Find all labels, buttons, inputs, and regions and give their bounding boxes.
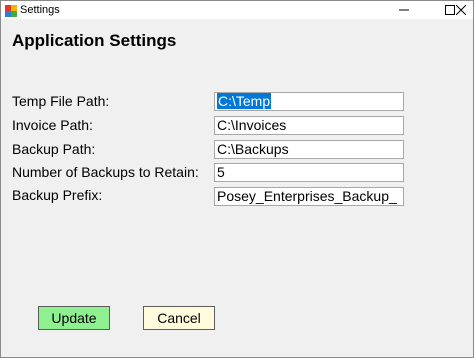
temp-file-path-input[interactable]: C:\Temp	[214, 92, 404, 111]
backup-path-label: Backup Path:	[12, 141, 96, 157]
backups-to-retain-label: Number of Backups to Retain:	[12, 164, 199, 180]
backup-prefix-input[interactable]: Posey_Enterprises_Backup_	[214, 187, 404, 206]
page-title: Application Settings	[12, 31, 177, 50]
minimize-icon[interactable]	[381, 1, 427, 19]
update-button[interactable]: Update	[38, 306, 110, 330]
settings-window: Settings Application Settings Temp File …	[0, 0, 474, 358]
cancel-button[interactable]: Cancel	[143, 306, 215, 330]
temp-file-path-label: Temp File Path:	[12, 93, 110, 109]
invoice-path-input[interactable]: C:\Invoices	[214, 116, 404, 135]
invoice-path-label: Invoice Path:	[12, 117, 93, 133]
window-title: Settings	[20, 4, 60, 16]
close-icon[interactable]	[449, 1, 473, 19]
temp-file-path-value: C:\Temp	[217, 93, 272, 109]
title-bar[interactable]: Settings	[1, 1, 473, 19]
backup-path-input[interactable]: C:\Backups	[214, 140, 404, 159]
app-icon	[5, 4, 17, 17]
backup-prefix-label: Backup Prefix:	[12, 187, 103, 203]
backups-to-retain-input[interactable]: 5	[214, 163, 404, 182]
